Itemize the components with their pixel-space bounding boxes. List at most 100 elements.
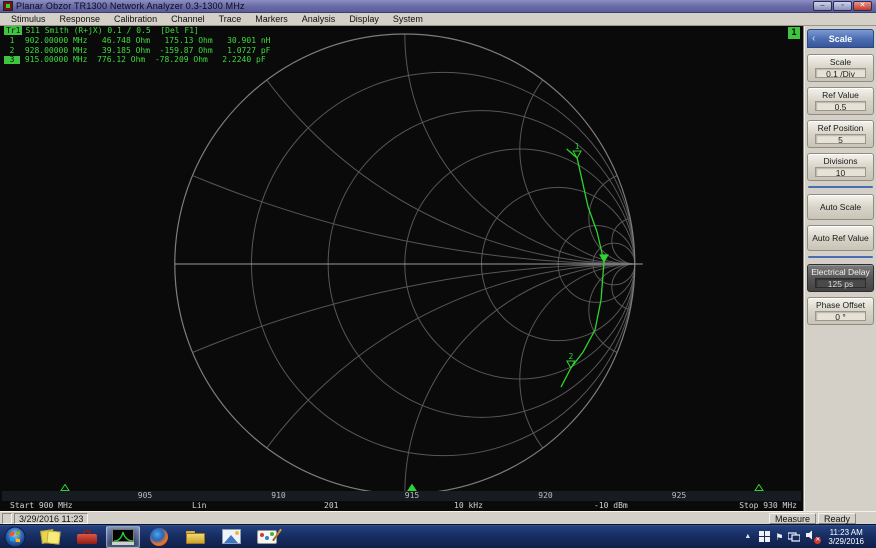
menu-analysis[interactable]: Analysis	[295, 13, 343, 26]
volume-muted-icon[interactable]: ✕	[805, 528, 817, 546]
taskbar-icon-sticky-notes[interactable]	[34, 526, 68, 548]
softkey-auto-ref-value[interactable]: Auto Ref Value	[807, 225, 874, 251]
softkey-scale[interactable]: Scale0.1 /Div	[807, 54, 874, 82]
freq-tick-label: 925	[672, 491, 686, 501]
network-icon[interactable]	[788, 531, 800, 542]
menu-response[interactable]: Response	[53, 13, 108, 26]
taskbar-clock[interactable]: 11:23 AM 3/29/2016	[822, 528, 872, 546]
marker-values: 928.00000 MHz 39.185 Ohm -159.87 Ohm 1.0…	[20, 46, 270, 55]
freq-tick-label: 905	[138, 491, 152, 501]
softkey-label: Phase Offset	[811, 300, 870, 310]
paint-art	[255, 528, 279, 546]
photo-viewer-art	[224, 535, 238, 543]
menu-system[interactable]: System	[386, 13, 430, 26]
freq-tick-label: 910	[271, 491, 285, 501]
taskbar-icon-toolbox[interactable]	[70, 526, 104, 548]
softkey-ref-value[interactable]: Ref Value0.5	[807, 87, 874, 115]
taskbar-icon-windows-explorer[interactable]	[178, 526, 212, 548]
taskbar-icon-paint[interactable]	[250, 526, 284, 548]
show-hidden-icons-arrow[interactable]: ▲	[744, 533, 751, 540]
softkey-label: Electrical Delay	[811, 267, 870, 277]
axis-marker-928mhz[interactable]	[754, 484, 764, 491]
menu-markers[interactable]: Markers	[248, 13, 295, 26]
smith-grid	[0, 26, 803, 511]
sweep-points: 201	[324, 501, 338, 511]
softkey-menu-title[interactable]: ‹Scale	[807, 29, 874, 48]
chart-marker-label: 2	[568, 352, 573, 361]
firefox-art	[150, 528, 168, 546]
freq-tick-label: 915	[405, 491, 419, 501]
ready-status: Ready	[818, 513, 856, 524]
mute-badge: ✕	[814, 537, 821, 544]
softkey-label: Ref Value	[811, 90, 870, 100]
softkey-value: 0.5	[815, 101, 866, 111]
trace-badge[interactable]: Tr1	[4, 26, 22, 35]
paint-art	[270, 532, 274, 536]
vna-app-art	[111, 528, 135, 546]
app-icon	[3, 1, 13, 11]
vna-app-art	[112, 542, 134, 545]
menu-display[interactable]: Display	[342, 13, 386, 26]
minimize-button[interactable]: –	[813, 1, 832, 11]
clock-time: 11:23 AM	[828, 528, 864, 537]
softkey-value: 10	[815, 167, 866, 177]
softkey-group-divider	[808, 256, 873, 258]
toolbox-art	[75, 528, 99, 546]
axis-marker-915mhz[interactable]	[407, 484, 417, 491]
back-chevron-icon: ‹	[812, 30, 815, 48]
softkey-phase-offset[interactable]: Phase Offset0 °	[807, 297, 874, 325]
sticky-notes-art	[46, 530, 60, 544]
vna-app-art	[114, 532, 134, 541]
clock-date: 3/29/2016	[828, 537, 864, 546]
measure-status: Measure	[769, 513, 816, 524]
axis-marker-902mhz[interactable]	[60, 484, 70, 491]
firefox-art	[147, 528, 171, 546]
statusbar-grip	[2, 513, 12, 524]
softkey-group-divider	[808, 186, 873, 188]
softkey-value: 125 ps	[815, 278, 866, 288]
photo-viewer-art	[219, 528, 243, 546]
softkey-ref-position[interactable]: Ref Position5	[807, 120, 874, 148]
status-bar: 3/29/2016 11:23 Measure Ready	[0, 511, 876, 524]
statusbar-datetime: 3/29/2016 11:23	[14, 513, 88, 524]
chart-marker-1[interactable]	[573, 151, 581, 158]
softkey-label: Ref Position	[811, 123, 870, 133]
paint-art	[265, 536, 269, 540]
toolbox-art	[77, 534, 97, 544]
flag-icon[interactable]: ⚑	[775, 526, 783, 548]
marker-values: 902.00000 MHz 46.748 Ohm 175.13 Ohm 30.9…	[20, 36, 270, 45]
taskbar-icon-firefox[interactable]	[142, 526, 176, 548]
softkey-value: 5	[815, 134, 866, 144]
marker-number: 2	[4, 47, 20, 55]
softkey-divisions[interactable]: Divisions10	[807, 153, 874, 181]
marker-readouts: 1 902.00000 MHz 46.748 Ohm 175.13 Ohm 30…	[4, 37, 270, 64]
menu-trace[interactable]: Trace	[212, 13, 249, 26]
marker-values: 915.00000 MHz 776.12 Ohm -78.209 Ohm 2.2…	[20, 55, 266, 64]
marker-number: 3	[4, 56, 20, 64]
smith-chart-plot-area: 12 Tr1S11 Smith (R+jX) 0.1 / 0.5 [Del F1…	[0, 26, 804, 511]
menu-channel[interactable]: Channel	[164, 13, 212, 26]
sticky-notes-art	[39, 528, 63, 546]
softkey-label: Scale	[811, 57, 870, 67]
taskbar-icon-vna-app[interactable]	[106, 526, 140, 548]
channel-badge: 1	[788, 27, 800, 39]
paint-art	[260, 533, 264, 537]
taskbar-icon-photo-viewer[interactable]	[214, 526, 248, 548]
close-button[interactable]: ✕	[853, 1, 872, 11]
softkey-electrical-delay[interactable]: Electrical Delay125 ps	[807, 264, 874, 292]
start-button[interactable]	[4, 526, 26, 548]
trace-title: Tr1S11 Smith (R+jX) 0.1 / 0.5 [Del F1]	[4, 27, 270, 35]
maximize-button[interactable]: ▫	[833, 1, 852, 11]
smith-chart: 12	[0, 26, 803, 511]
menu-calibration[interactable]: Calibration	[107, 13, 164, 26]
action-center-icon[interactable]	[759, 531, 770, 542]
freq-tick-label: 920	[538, 491, 552, 501]
marker-number: 1	[4, 37, 20, 45]
stop-frequency: Stop 930 MHz	[739, 501, 797, 511]
softkey-auto-scale[interactable]: Auto Scale	[807, 194, 874, 220]
vna-app-art	[112, 529, 134, 542]
marker-readout-row: 3 915.00000 MHz 776.12 Ohm -78.209 Ohm 2…	[4, 56, 270, 64]
menu-stimulus[interactable]: Stimulus	[4, 13, 53, 26]
trace-readout: Tr1S11 Smith (R+jX) 0.1 / 0.5 [Del F1] 1…	[4, 27, 270, 64]
stimulus-status-line: Start 900 MHz Lin 201 10 kHz -10 dBm Sto…	[2, 501, 801, 511]
